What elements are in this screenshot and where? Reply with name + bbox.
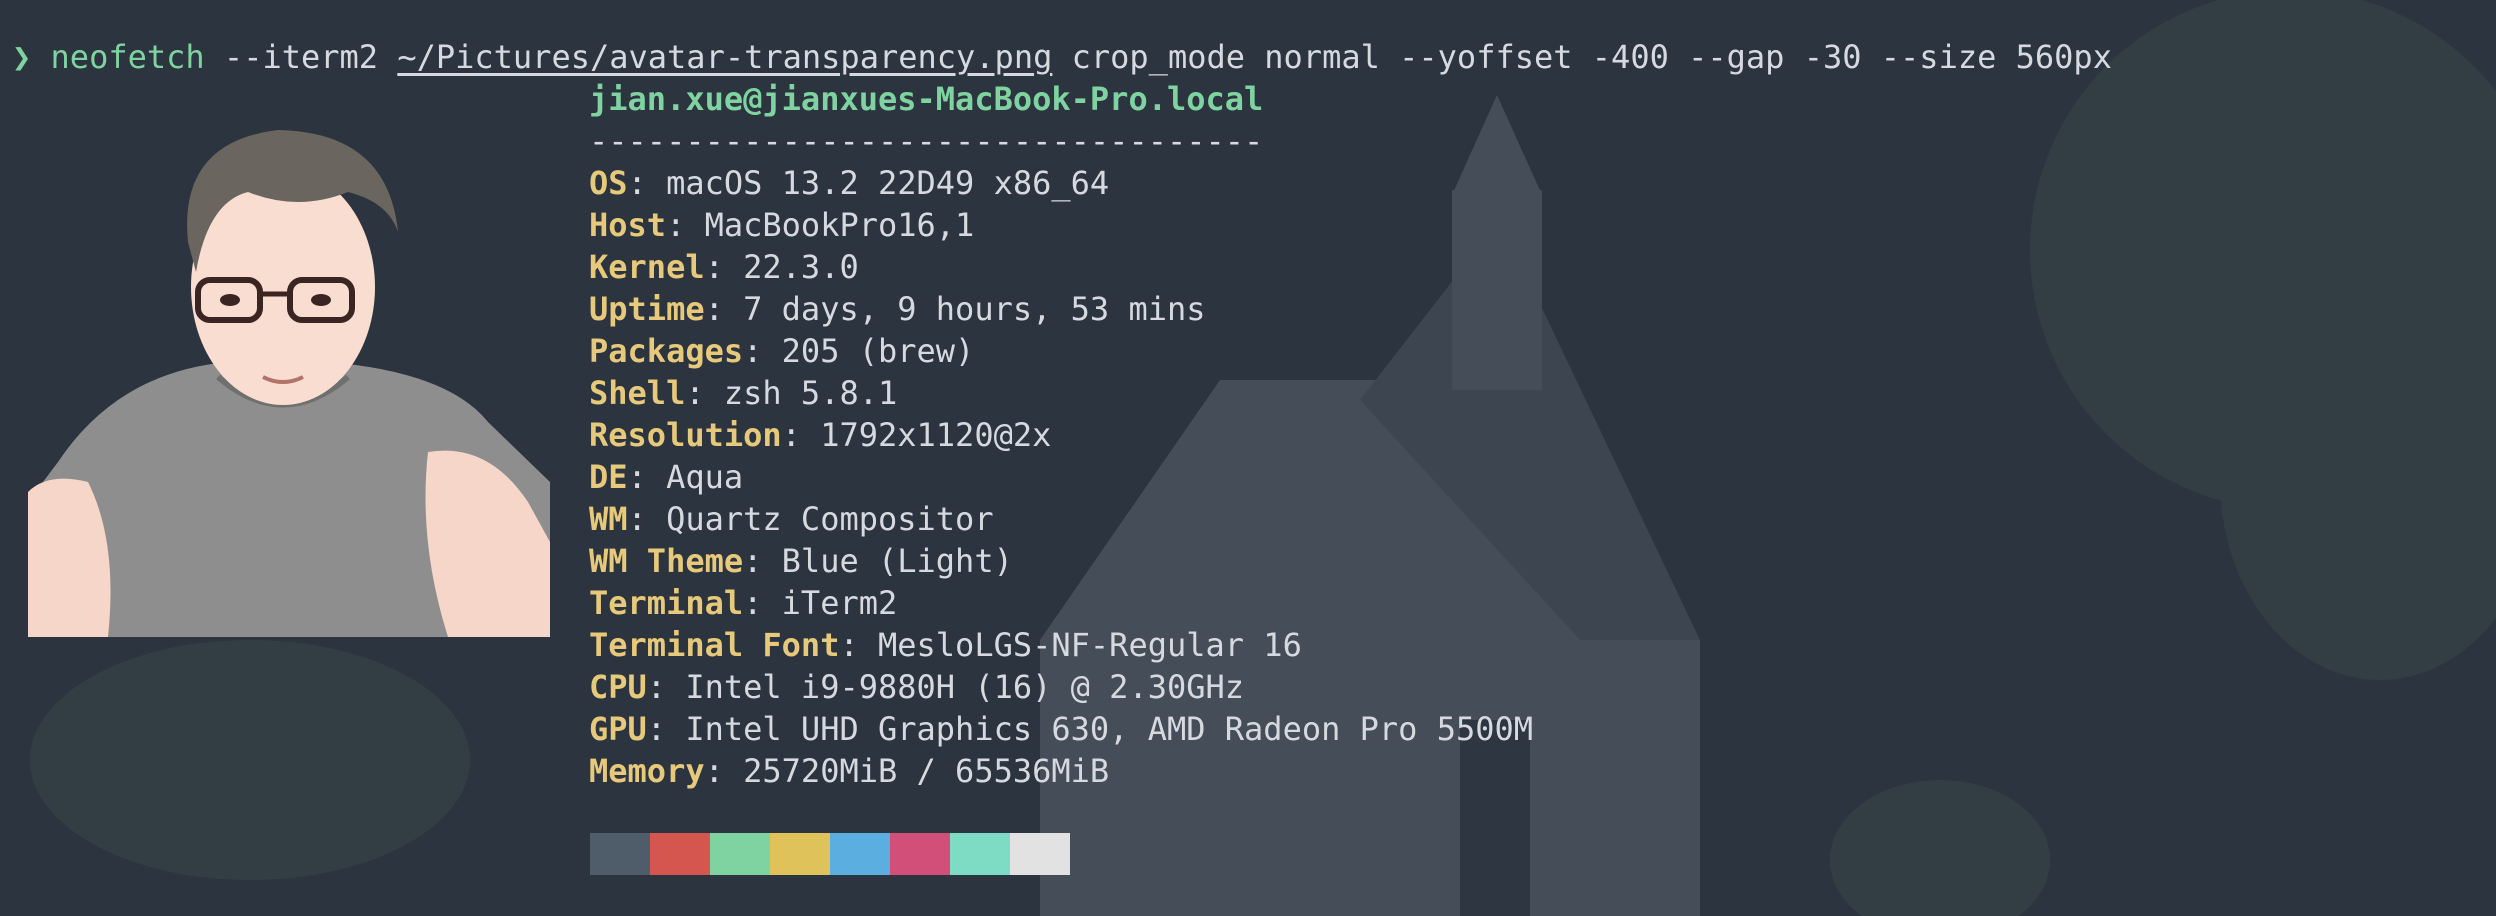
color-swatch-0 [590, 833, 650, 875]
info-row-gpu: GPU: Intel UHD Graphics 630, AMD Radeon … [589, 710, 1534, 748]
info-key: WM Theme [589, 542, 744, 580]
color-swatch-6 [950, 833, 1010, 875]
info-row-wm: WM: Quartz Compositor [589, 500, 994, 538]
info-key: GPU [589, 710, 647, 748]
info-key: Terminal [589, 584, 744, 622]
info-value: 7 days, 9 hours, 53 mins [743, 290, 1206, 328]
info-value: MacBookPro16,1 [704, 206, 975, 244]
info-value: 25720MiB / 65536MiB [743, 752, 1110, 790]
header-separator: ----------------------------------- [589, 122, 1264, 160]
prompt-arrow-icon: ❯ [12, 38, 32, 76]
info-row-resolution: Resolution: 1792x1120@2x [589, 416, 1052, 454]
info-value: Blue (Light) [781, 542, 1013, 580]
info-row-host: Host: MacBookPro16,1 [589, 206, 975, 244]
info-row-wm-theme: WM Theme: Blue (Light) [589, 542, 1013, 580]
image-path-link[interactable]: ~/Pictures/avatar-transparency.png [397, 38, 1052, 76]
info-value: 22.3.0 [743, 248, 859, 286]
command-line: ❯ neofetch --iterm2 ~/Pictures/avatar-tr… [12, 36, 2112, 78]
color-swatch-4 [830, 833, 890, 875]
color-swatch-1 [650, 833, 710, 875]
command-program: neofetch [50, 38, 205, 76]
info-key: Uptime [589, 290, 705, 328]
info-key: Terminal Font [589, 626, 840, 664]
info-value: Intel UHD Graphics 630, AMD Radeon Pro 5… [685, 710, 1534, 748]
info-key: OS [589, 164, 628, 202]
info-key: Host [589, 206, 667, 244]
info-key: WM [589, 500, 628, 538]
info-row-kernel: Kernel: 22.3.0 [589, 248, 859, 286]
color-swatch-3 [770, 833, 830, 875]
info-value: 205 (brew) [781, 332, 975, 370]
command-args: crop_mode normal --yoffset -400 --gap -3… [1071, 38, 2112, 76]
avatar-image [28, 122, 550, 637]
info-key: Shell [589, 374, 686, 412]
info-row-shell: Shell: zsh 5.8.1 [589, 374, 898, 412]
info-value: 1792x1120@2x [820, 416, 1052, 454]
info-row-terminal: Terminal: iTerm2 [589, 584, 898, 622]
info-row-uptime: Uptime: 7 days, 9 hours, 53 mins [589, 290, 1206, 328]
info-value: Quartz Compositor [666, 500, 994, 538]
info-key: Packages [589, 332, 744, 370]
info-value: MesloLGS-NF-Regular 16 [877, 626, 1302, 664]
info-row-terminal-font: Terminal Font: MesloLGS-NF-Regular 16 [589, 626, 1302, 664]
info-row-packages: Packages: 205 (brew) [589, 332, 975, 370]
color-swatch-2 [710, 833, 770, 875]
info-row-de: DE: Aqua [589, 458, 744, 496]
info-row-cpu: CPU: Intel i9-9880H (16) @ 2.30GHz [589, 668, 1245, 706]
info-row-os: OS: macOS 13.2 22D49 x86_64 [589, 164, 1110, 202]
info-key: CPU [589, 668, 647, 706]
info-key: Resolution [589, 416, 782, 454]
info-value: iTerm2 [781, 584, 898, 622]
info-key: DE [589, 458, 628, 496]
info-row-memory: Memory: 25720MiB / 65536MiB [589, 752, 1110, 790]
user-host-title: jian.xue@jianxues-MacBook-Pro.local [589, 80, 1264, 118]
info-value: Intel i9-9880H (16) @ 2.30GHz [685, 668, 1245, 706]
info-value: macOS 13.2 22D49 x86_64 [666, 164, 1110, 202]
color-swatch-5 [890, 833, 950, 875]
color-swatch-7 [1010, 833, 1070, 875]
info-value: zsh 5.8.1 [723, 374, 898, 412]
color-palette [590, 833, 1070, 875]
info-value: Aqua [666, 458, 744, 496]
info-key: Memory [589, 752, 705, 790]
command-arg: --iterm2 [223, 38, 379, 76]
info-key: Kernel [589, 248, 705, 286]
